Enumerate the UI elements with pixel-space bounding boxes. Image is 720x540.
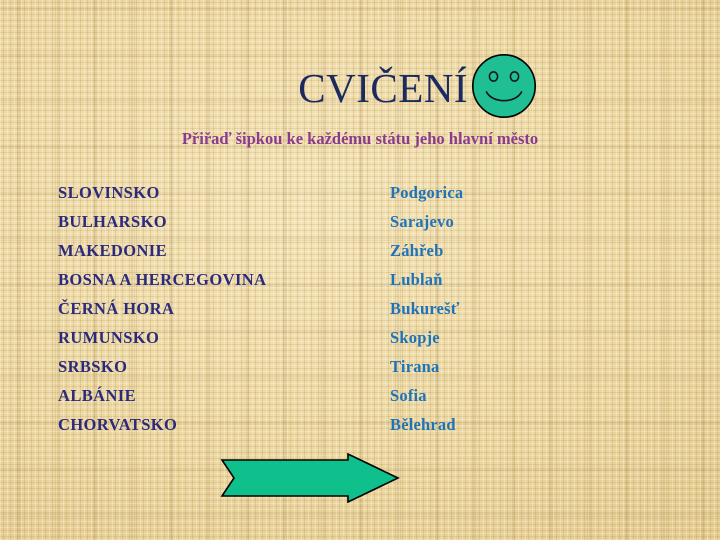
slide-canvas: CVIČENÍ Přiřaď šipkou ke každému státu j…	[0, 0, 720, 540]
countries-column: SLOVINSKO BULHARSKO MAKEDONIE BOSNA A HE…	[58, 178, 266, 439]
list-item[interactable]: Lublaň	[390, 265, 463, 294]
title-row: CVIČENÍ	[0, 62, 720, 124]
capitals-column: Podgorica Sarajevo Záhřeb Lublaň Bukureš…	[390, 178, 463, 439]
right-arrow-icon	[220, 452, 400, 504]
list-item[interactable]: CHORVATSKO	[58, 410, 266, 439]
list-item[interactable]: Sofia	[390, 381, 463, 410]
smiley-face-icon	[471, 53, 537, 119]
list-item[interactable]: BULHARSKO	[58, 207, 266, 236]
list-item[interactable]: MAKEDONIE	[58, 236, 266, 265]
list-item[interactable]: BOSNA A HERCEGOVINA	[58, 265, 266, 294]
list-item[interactable]: ALBÁNIE	[58, 381, 266, 410]
list-item[interactable]: SLOVINSKO	[58, 178, 266, 207]
page-title: CVIČENÍ	[298, 65, 468, 111]
list-item[interactable]: Bukurešť	[390, 294, 463, 323]
list-item[interactable]: ČERNÁ HORA	[58, 294, 266, 323]
matching-lists: SLOVINSKO BULHARSKO MAKEDONIE BOSNA A HE…	[0, 178, 720, 448]
list-item[interactable]: Záhřeb	[390, 236, 463, 265]
list-item[interactable]: Bělehrad	[390, 410, 463, 439]
list-item[interactable]: Skopje	[390, 323, 463, 352]
instruction-subtitle: Přiřaď šipkou ke každému státu jeho hlav…	[181, 129, 539, 148]
list-item[interactable]: Tirana	[390, 352, 463, 381]
list-item[interactable]: SRBSKO	[58, 352, 266, 381]
list-item[interactable]: Sarajevo	[390, 207, 463, 236]
list-item[interactable]: RUMUNSKO	[58, 323, 266, 352]
list-item[interactable]: Podgorica	[390, 178, 463, 207]
